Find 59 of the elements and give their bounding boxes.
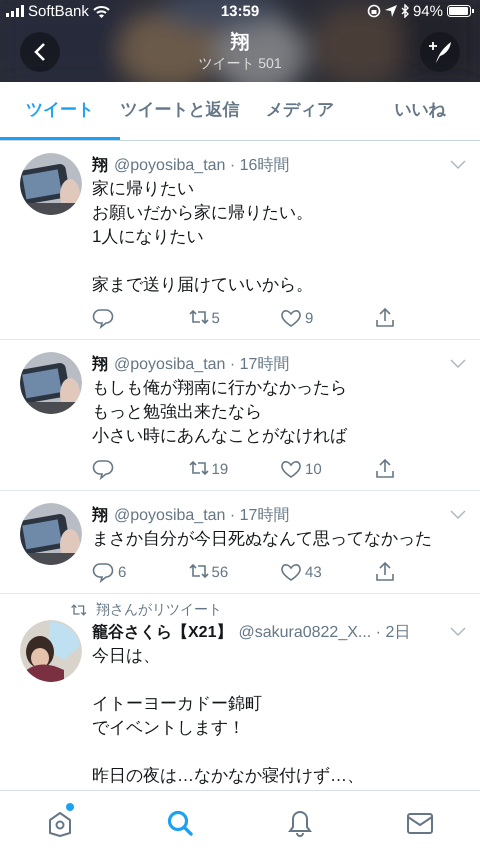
tweet-text-line: 昨日の夜は…なかなか寝付けず…、 — [92, 765, 364, 787]
chevron-down-icon — [450, 359, 466, 369]
heart-icon — [279, 458, 303, 480]
carrier-name: SoftBank — [28, 2, 89, 20]
chevron-down-icon — [450, 510, 466, 520]
search-icon — [166, 808, 194, 836]
profile-tab[interactable]: ツイートと返信 — [120, 82, 240, 140]
author-name[interactable]: 翔 — [92, 354, 108, 374]
wifi-icon — [92, 4, 110, 18]
heart-icon — [279, 561, 303, 583]
tweet-meta: @sakura0822_X... · 2日 — [238, 622, 412, 642]
chevron-down-icon — [450, 160, 466, 170]
tweet-count: ツイート 501 — [198, 54, 282, 72]
speech-bubble-icon — [92, 458, 116, 480]
tweet-text-line: でイベントします！ — [92, 717, 245, 739]
back-icon — [34, 42, 46, 62]
author-name[interactable]: 翔 — [92, 154, 108, 176]
like-button[interactable]: 43 — [279, 561, 322, 583]
bell-icon — [286, 808, 314, 836]
battery-icon — [447, 5, 474, 17]
reply-button[interactable] — [92, 458, 116, 480]
rotation-lock-icon — [366, 4, 381, 18]
tweet-text-line: もしも俺が翔南に行かなかったら — [92, 377, 347, 399]
tweet-meta: @poyosiba_tan · 17時間 — [114, 506, 290, 526]
tweet-text-line: 家に帰りたい — [92, 178, 194, 200]
like-button[interactable]: 10 — [279, 458, 322, 480]
tweet-text-line: 1人になりたい — [92, 226, 204, 248]
heart-icon — [279, 307, 303, 329]
location-icon — [384, 5, 397, 17]
bluetooth-icon — [400, 4, 409, 18]
tweet-text-line: イトーヨーカドー錦町 — [92, 693, 262, 715]
retweet-label: 翔さんがリツイート — [96, 601, 222, 619]
speech-bubble-icon — [92, 307, 116, 329]
profile-tab[interactable]: ツイート — [0, 82, 120, 140]
tweet-text-line: もっと勉強出来たなら — [92, 401, 262, 423]
tweet-text-line: 家まで送り届けていいから。 — [92, 274, 313, 296]
speech-bubble-icon — [92, 561, 116, 583]
author-name[interactable]: 翔 — [92, 504, 108, 526]
tweet-text-line: まさか自分が今日死ぬなんて思ってなかった — [92, 528, 432, 550]
tweet-text-line: 小さい時にあんなことがなければ — [92, 425, 347, 447]
retweet-button[interactable]: 56 — [186, 561, 228, 583]
author-name[interactable]: 籠谷さくら【X21】 — [92, 622, 232, 642]
clock-time: 13:59 — [220, 2, 260, 20]
tweet-meta: @poyosiba_tan · 16時間 — [114, 156, 290, 176]
profile-tab[interactable]: メディア — [240, 82, 360, 140]
retweet-button[interactable]: 19 — [186, 458, 228, 480]
battery-percent: 94% — [412, 2, 443, 20]
reply-button[interactable] — [92, 307, 116, 329]
tweet-meta: @poyosiba_tan · 17時間 — [114, 354, 290, 374]
chevron-down-icon — [450, 627, 466, 637]
tweet-text-line: 今日は、 — [92, 645, 160, 667]
tweet-text-line: お願いだから家に帰りたい。 — [92, 202, 313, 224]
reply-button[interactable]: 6 — [92, 561, 126, 583]
retweet-button[interactable]: 5 — [186, 307, 220, 329]
signal-icon — [6, 5, 24, 17]
feather-plus-icon — [428, 40, 452, 64]
profile-name: 翔 — [230, 32, 250, 54]
like-button[interactable]: 9 — [279, 307, 314, 329]
profile-tab[interactable]: いいね — [360, 82, 480, 140]
